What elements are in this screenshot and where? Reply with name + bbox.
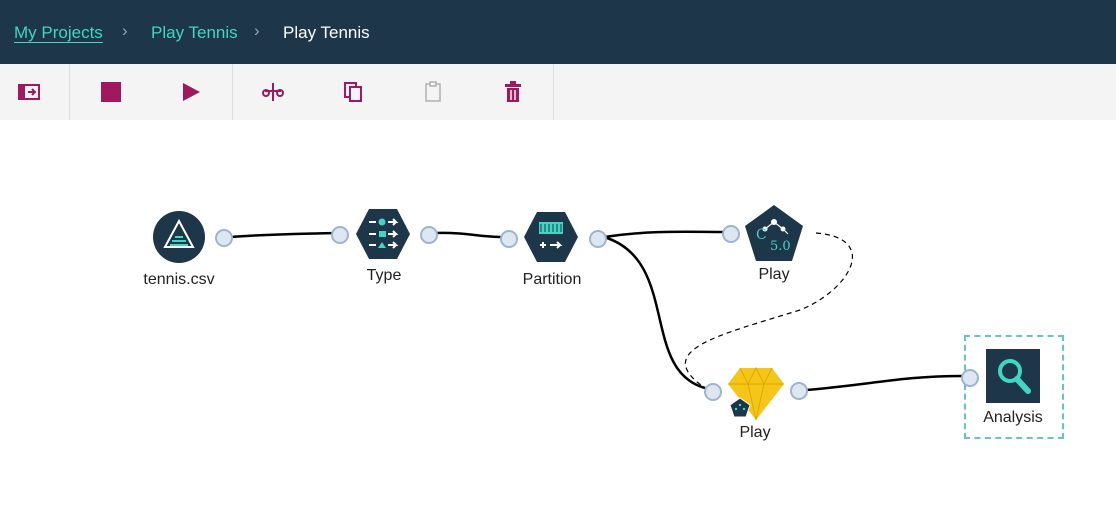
copy-button[interactable]	[333, 72, 373, 112]
model-nugget-icon	[728, 366, 784, 421]
output-port[interactable]	[589, 230, 607, 248]
node-tennis-csv[interactable]	[152, 210, 206, 264]
node-label: Play	[739, 424, 771, 441]
breadcrumb-separator-icon: ›	[122, 21, 128, 40]
breadcrumb-current-flow: Play Tennis	[283, 23, 370, 42]
input-port[interactable]	[704, 383, 722, 401]
data-asset-icon	[153, 211, 205, 263]
breadcrumb-project[interactable]: Play Tennis	[151, 23, 238, 43]
output-port[interactable]	[420, 226, 438, 244]
input-port[interactable]	[961, 369, 979, 387]
link-partition-nugget	[603, 235, 706, 390]
toolbar	[0, 64, 1116, 120]
output-port[interactable]	[215, 229, 233, 247]
copy-icon	[344, 82, 362, 102]
delete-button[interactable]	[493, 72, 533, 112]
node-partition[interactable]	[523, 211, 579, 263]
node-label: Type	[366, 267, 402, 284]
node-analysis[interactable]	[986, 349, 1040, 403]
node-model-nugget[interactable]	[726, 364, 786, 422]
paste-icon	[425, 81, 441, 102]
node-label: Partition	[522, 271, 582, 288]
delete-icon	[505, 81, 521, 102]
flow-canvas[interactable]: tennis.csv Type Partition C 5.0 Play Pla…	[0, 120, 1116, 517]
paste-button[interactable]	[413, 72, 453, 112]
c50-version: 5.0	[770, 239, 791, 254]
run-button[interactable]	[171, 72, 211, 112]
breadcrumb-separator-icon: ›	[254, 21, 260, 40]
run-icon	[183, 83, 200, 101]
node-type[interactable]	[355, 208, 411, 260]
link-nugget-analysis	[805, 374, 964, 392]
input-port[interactable]	[722, 225, 740, 243]
toolbar-divider	[232, 64, 233, 120]
c50-letter: C	[756, 227, 767, 243]
type-icon	[356, 209, 410, 259]
node-label: tennis.csv	[143, 271, 215, 288]
link-type-partition	[434, 231, 503, 239]
node-label: Play	[758, 266, 790, 283]
link-partition-c50	[603, 230, 725, 239]
stop-button[interactable]	[91, 72, 131, 112]
link-csv-type	[229, 231, 334, 239]
input-port[interactable]	[500, 230, 518, 248]
node-c50-model[interactable]: C 5.0	[744, 204, 804, 262]
toggle-palette-button[interactable]	[9, 72, 49, 112]
breadcrumb-my-projects[interactable]: My Projects	[14, 23, 103, 43]
c50-model-icon: C 5.0	[745, 205, 803, 261]
cut-button[interactable]	[253, 72, 293, 112]
toolbar-divider	[69, 64, 70, 120]
flow-links	[229, 230, 964, 392]
toolbar-divider	[553, 64, 554, 120]
toggle-palette-icon	[18, 84, 40, 100]
cut-icon	[262, 83, 284, 101]
node-label: Analysis	[983, 409, 1043, 426]
output-port[interactable]	[790, 382, 808, 400]
stop-icon	[101, 82, 121, 102]
input-port[interactable]	[331, 226, 349, 244]
partition-icon	[524, 212, 578, 262]
analysis-icon	[986, 349, 1040, 403]
